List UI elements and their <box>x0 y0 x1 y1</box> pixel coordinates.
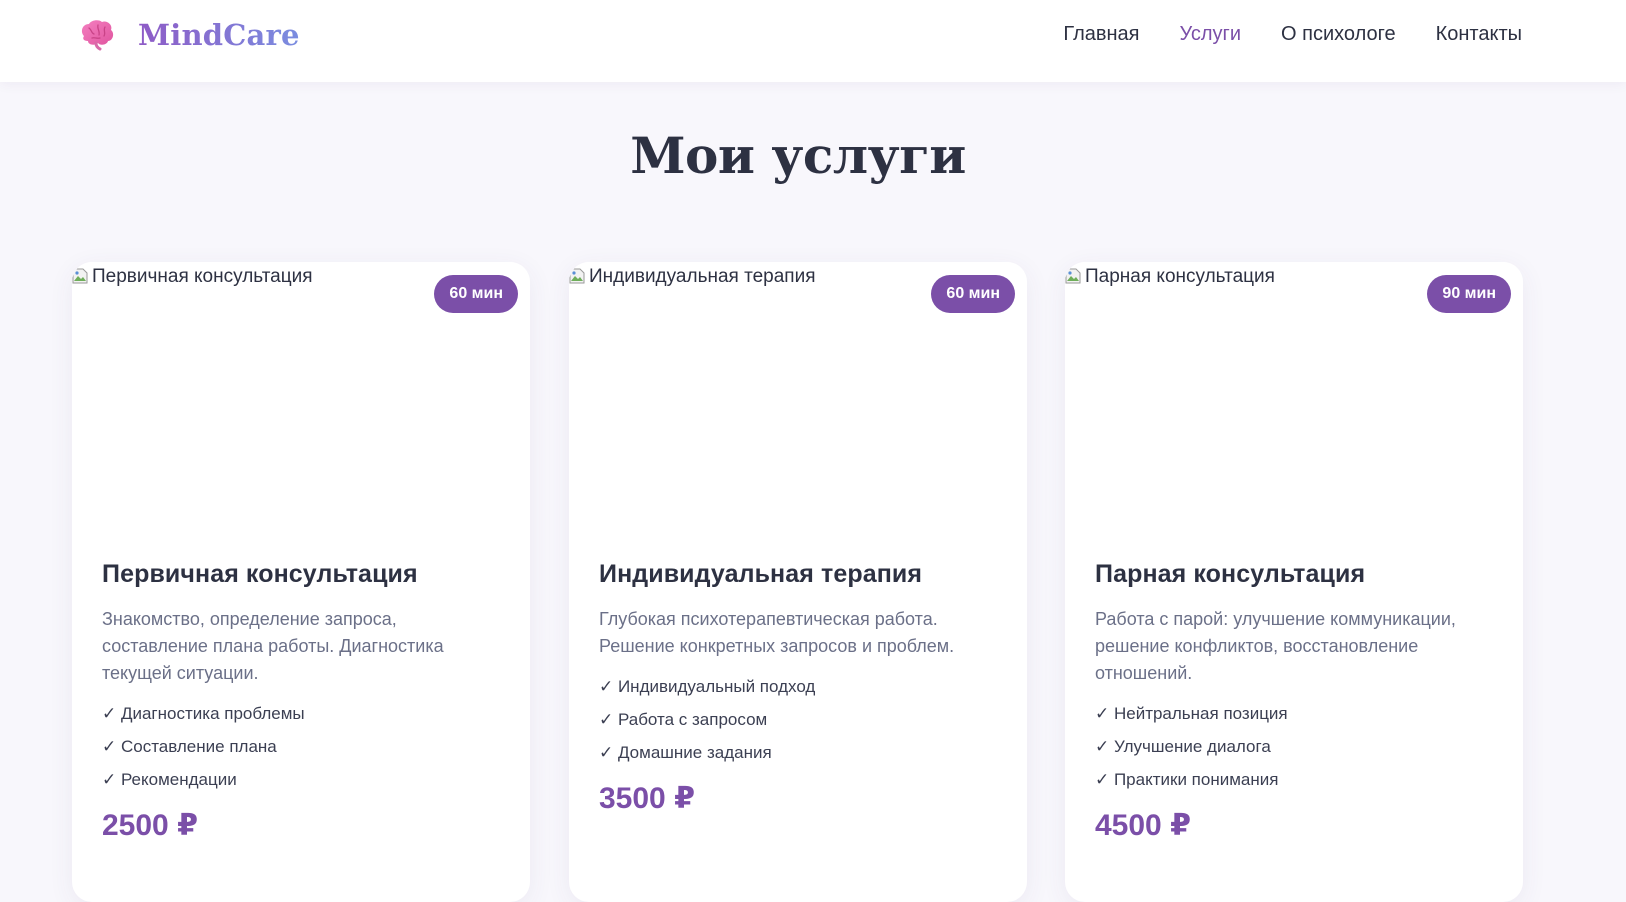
card-title: Парная консультация <box>1095 560 1366 588</box>
service-image: Первичная консультация 60 мин <box>72 262 530 542</box>
broken-image: Парная консультация <box>1065 266 1275 288</box>
service-image: Индивидуальная терапия 60 мин <box>569 262 1027 542</box>
broken-image-icon <box>72 268 88 284</box>
card-description: Работа с парой: улучшение коммуникации, … <box>1095 609 1456 683</box>
card-title: Индивидуальная терапия <box>599 560 923 588</box>
card-title: Первичная консультация <box>102 560 418 588</box>
feature-item: ✓ Практики понимания <box>1095 770 1279 789</box>
service-card-individual: Индивидуальная терапия 60 мин Индивидуал… <box>569 262 1027 902</box>
logo-link[interactable]: MindCare <box>78 18 300 52</box>
nav-link-services[interactable]: Услуги <box>1180 20 1242 48</box>
nav-link-contacts[interactable]: Контакты <box>1436 20 1522 48</box>
service-image: Парная консультация 90 мин <box>1065 262 1523 542</box>
nav-link-about[interactable]: О психологе <box>1281 20 1396 48</box>
price: 4500 ₽ <box>1095 809 1191 842</box>
feature-item: ✓ Рекомендации <box>102 770 237 789</box>
logo-text: MindCare <box>138 18 300 52</box>
nav-link-home[interactable]: Главная <box>1063 20 1139 48</box>
feature-list: ✓ Диагностика проблемы ✓ Составление пла… <box>102 697 502 796</box>
price: 2500 ₽ <box>102 809 198 842</box>
feature-item: ✓ Индивидуальный подход <box>599 677 816 696</box>
card-body: Первичная консультация Знакомство, опред… <box>102 558 502 846</box>
image-alt-text: Первичная консультация <box>92 266 313 287</box>
card-description: Глубокая психотерапевтическая работа. Ре… <box>599 609 955 656</box>
image-alt-text: Парная консультация <box>1085 266 1275 287</box>
feature-item: ✓ Диагностика проблемы <box>102 704 305 723</box>
broken-image: Первичная консультация <box>72 266 313 288</box>
feature-item: ✓ Работа с запросом <box>599 710 768 729</box>
price: 3500 ₽ <box>599 782 695 815</box>
feature-item: ✓ Улучшение диалога <box>1095 737 1271 756</box>
service-card-primary: Первичная консультация 60 мин Первичная … <box>72 262 530 902</box>
feature-list: ✓ Нейтральная позиция ✓ Улучшение диалог… <box>1095 697 1495 796</box>
card-body: Индивидуальная терапия Глубокая психотер… <box>599 558 999 819</box>
card-description: Знакомство, определение запроса, составл… <box>102 609 444 683</box>
section-title: Мои услуги <box>630 126 966 185</box>
service-card-couple: Парная консультация 90 мин Парная консул… <box>1065 262 1523 902</box>
feature-list: ✓ Индивидуальный подход ✓ Работа с запро… <box>599 670 999 769</box>
duration-badge: 90 мин <box>1427 275 1511 313</box>
brain-icon <box>81 20 114 51</box>
broken-image-icon <box>1065 268 1081 284</box>
duration-badge: 60 мин <box>434 275 518 313</box>
site-header: MindCare Главная Услуги О психологе Конт… <box>0 0 1626 82</box>
card-body: Парная консультация Работа с парой: улуч… <box>1095 558 1495 846</box>
broken-image-icon <box>569 268 585 284</box>
broken-image: Индивидуальная терапия <box>569 266 816 288</box>
feature-item: ✓ Домашние задания <box>599 743 772 762</box>
feature-item: ✓ Составление плана <box>102 737 277 756</box>
feature-item: ✓ Нейтральная позиция <box>1095 704 1288 723</box>
image-alt-text: Индивидуальная терапия <box>589 266 816 287</box>
main-nav: Главная Услуги О психологе Контакты <box>1063 20 1522 48</box>
duration-badge: 60 мин <box>931 275 1015 313</box>
